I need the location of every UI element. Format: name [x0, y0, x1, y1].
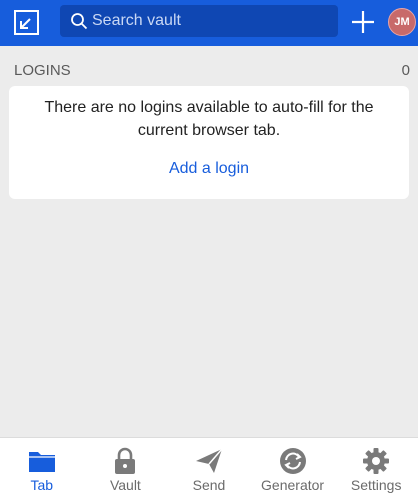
generator-icon [279, 448, 306, 474]
search-box[interactable] [60, 5, 338, 37]
folder-icon [28, 452, 55, 472]
logins-count: 0 [401, 61, 410, 79]
empty-logins-card: There are no logins available to auto-fi… [9, 86, 409, 199]
tab-settings[interactable]: Settings [334, 438, 418, 500]
tab-send[interactable]: Send [167, 438, 251, 500]
logins-section-header: LOGINS 0 [14, 60, 410, 80]
tab-current-tab[interactable]: Tab [0, 438, 84, 500]
tab-generator[interactable]: Generator [251, 438, 335, 500]
popout-icon[interactable] [13, 9, 40, 36]
search-icon [71, 13, 88, 30]
empty-message: There are no logins available to auto-fi… [44, 99, 374, 139]
add-login-link[interactable]: Add a login [169, 160, 249, 177]
tab-label: Generator [261, 477, 325, 493]
tab-label: Vault [109, 477, 141, 493]
account-avatar[interactable]: JM [388, 8, 416, 36]
add-item-icon[interactable] [350, 9, 376, 35]
tab-label: Send [192, 477, 226, 493]
send-icon [195, 448, 223, 473]
tab-vault[interactable]: Vault [84, 438, 168, 500]
header-bar: JM [0, 0, 418, 46]
bottom-tab-bar: Tab Vault Send Generator Settings [0, 437, 418, 500]
tab-label: Settings [350, 477, 402, 493]
tab-label: Tab [30, 477, 54, 493]
lock-icon [115, 447, 136, 474]
search-input[interactable] [92, 5, 332, 37]
gear-icon [363, 448, 390, 474]
logins-section-title: LOGINS [14, 61, 71, 79]
